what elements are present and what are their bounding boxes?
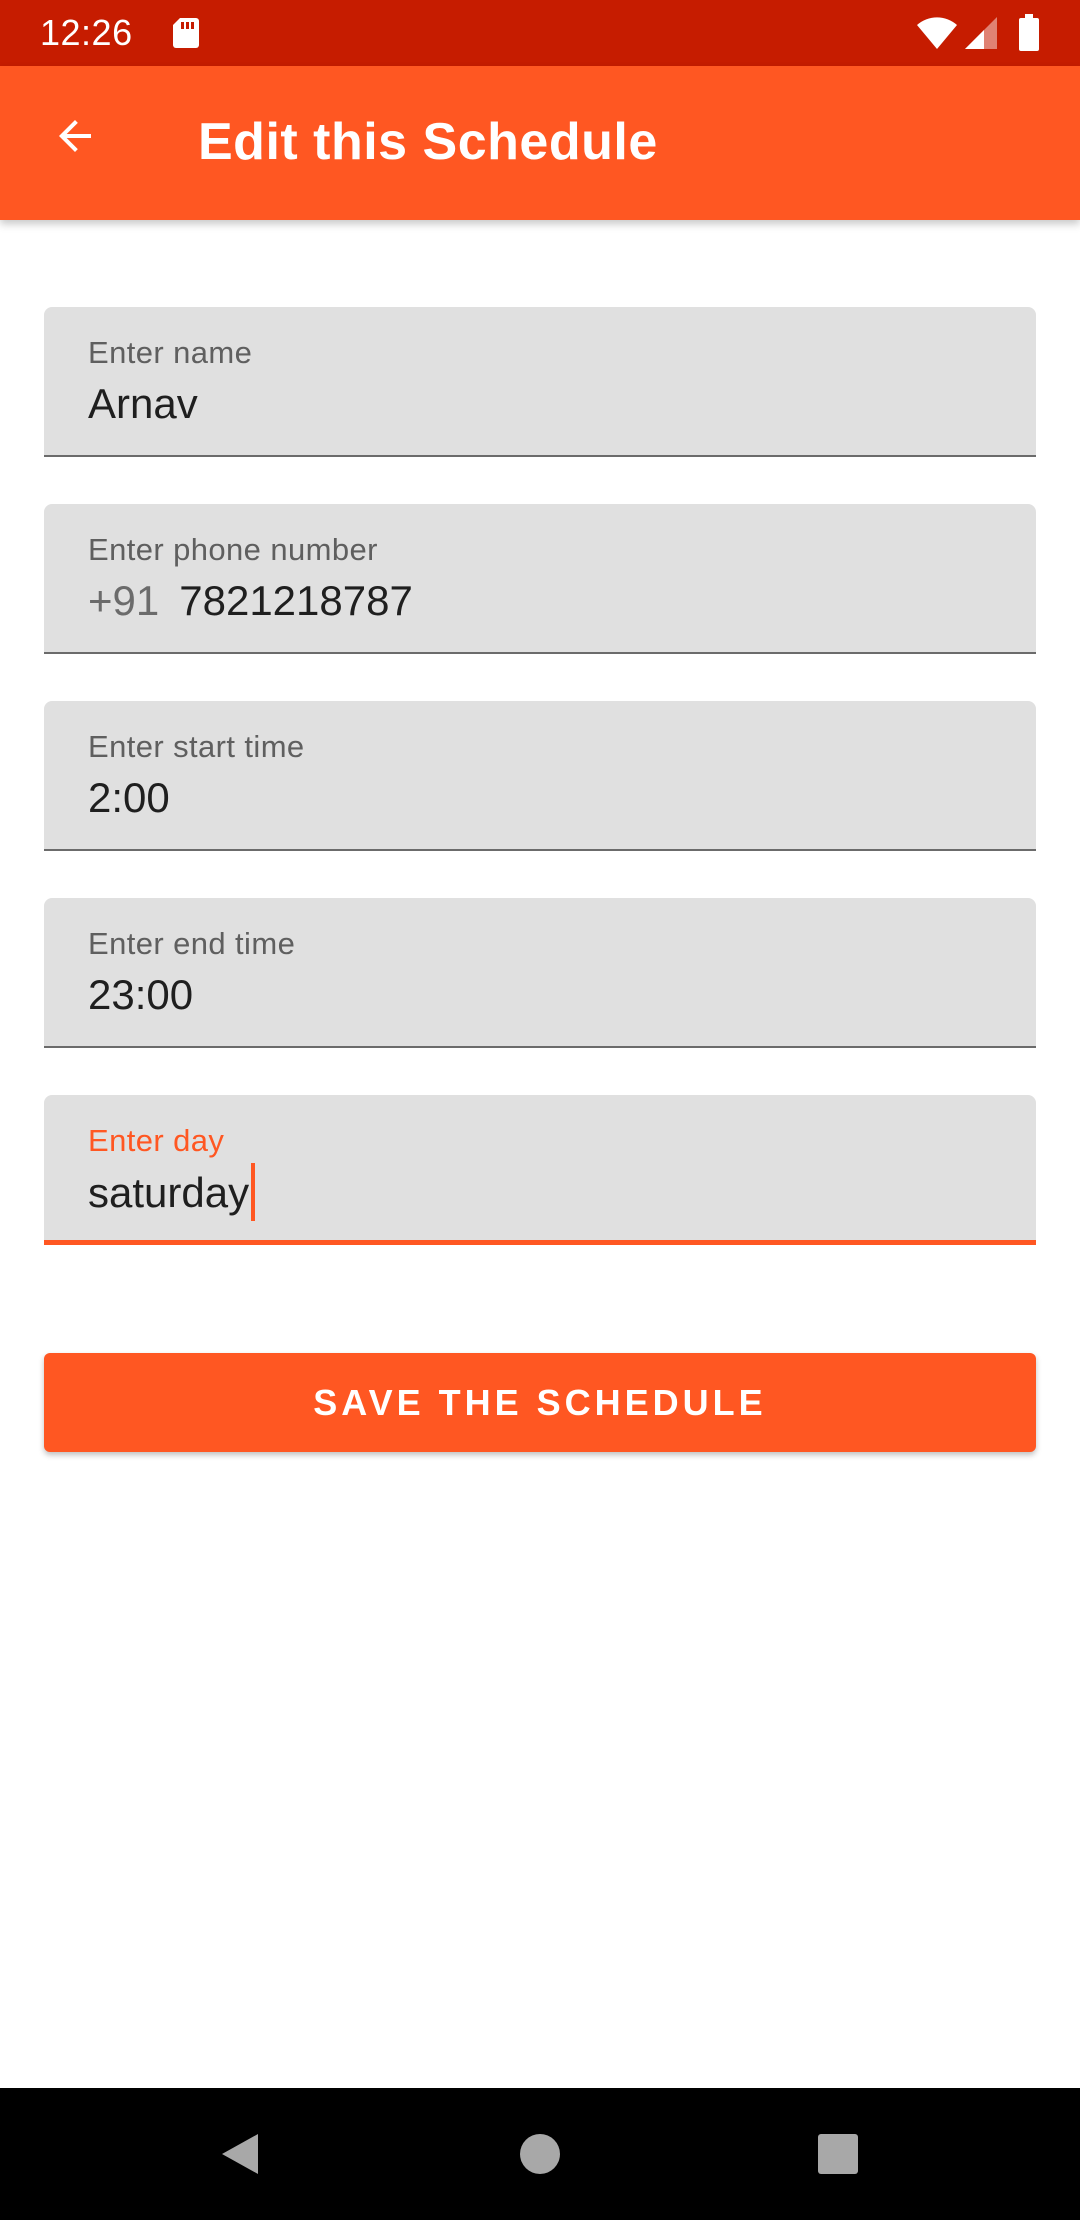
- nav-back-icon[interactable]: [210, 2124, 270, 2184]
- day-field-value-wrap: saturday: [88, 1163, 256, 1225]
- system-nav-bar: [0, 2088, 1080, 2220]
- nav-recents-icon[interactable]: [808, 2124, 868, 2184]
- arrow-back-icon: [59, 120, 91, 152]
- start-time-field[interactable]: Enter start time 2:00: [44, 701, 1036, 851]
- status-time: 12:26: [40, 12, 133, 53]
- back-button[interactable]: [30, 106, 120, 166]
- end-time-field-value[interactable]: 23:00: [88, 970, 193, 1020]
- name-field[interactable]: Enter name Arnav: [44, 307, 1036, 457]
- phone-field[interactable]: Enter phone number +91 7821218787: [44, 504, 1036, 654]
- phone-field-value-wrap: +91 7821218787: [88, 576, 413, 626]
- day-field[interactable]: Enter day saturday: [44, 1095, 1036, 1245]
- save-schedule-button[interactable]: SAVE THE SCHEDULE: [44, 1353, 1036, 1452]
- cell-signal-icon: [965, 17, 997, 49]
- name-field-value[interactable]: Arnav: [88, 379, 198, 429]
- day-field-label: Enter day: [88, 1123, 225, 1158]
- nav-home-icon[interactable]: [510, 2124, 570, 2184]
- wifi-icon: [917, 17, 957, 49]
- phone-field-value[interactable]: 7821218787: [179, 577, 413, 624]
- day-field-value[interactable]: saturday: [88, 1169, 249, 1216]
- start-time-field-value[interactable]: 2:00: [88, 773, 170, 823]
- phone-country-code: +91: [88, 577, 160, 624]
- name-field-label: Enter name: [88, 335, 253, 370]
- app-bar: Edit this Schedule: [0, 66, 1080, 220]
- end-time-field[interactable]: Enter end time 23:00: [44, 898, 1036, 1048]
- page-title: Edit this Schedule: [198, 113, 658, 171]
- battery-icon: [1019, 14, 1039, 51]
- sd-card-icon: [173, 18, 199, 48]
- text-cursor: [251, 1163, 256, 1221]
- start-time-field-label: Enter start time: [88, 729, 305, 764]
- phone-field-label: Enter phone number: [88, 532, 378, 567]
- end-time-field-label: Enter end time: [88, 926, 296, 961]
- status-bar: 12:26: [0, 0, 1080, 66]
